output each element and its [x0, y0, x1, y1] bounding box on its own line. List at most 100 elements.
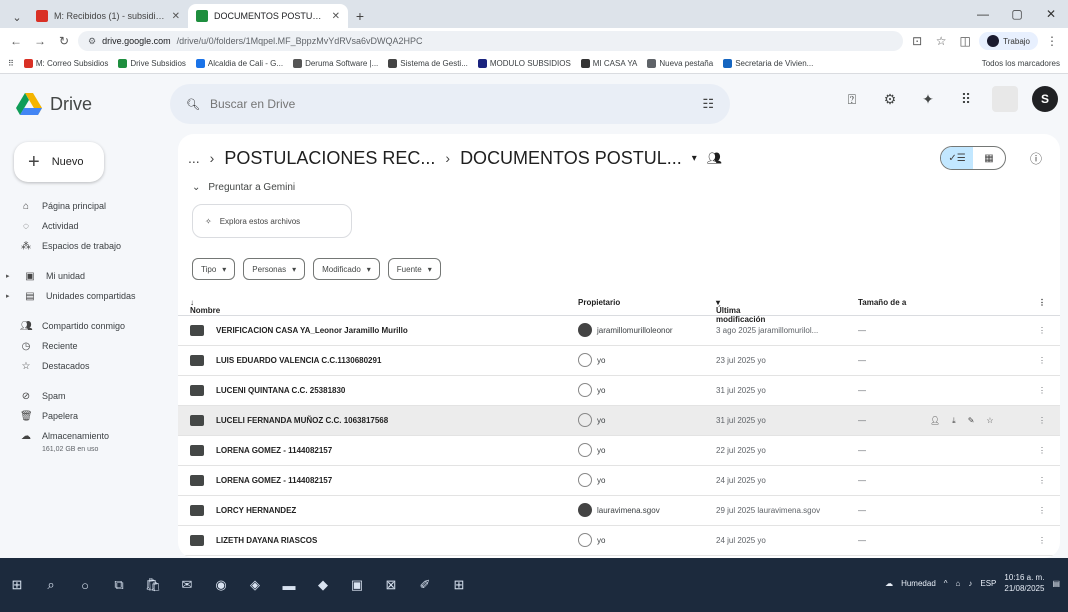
close-tab-icon[interactable]: ✕: [172, 11, 180, 22]
more-actions-icon[interactable]: ⋮: [1038, 386, 1046, 395]
tray-chevron-icon[interactable]: ^: [944, 579, 948, 588]
table-row[interactable]: LUCELI FERNANDA MUÑOZ C.C. 1063817568 yo 3…: [178, 406, 1060, 436]
more-actions-icon[interactable]: ⋮: [1038, 356, 1046, 365]
help-icon[interactable]: ⍰: [840, 87, 864, 111]
app-icon[interactable]: ◈: [246, 576, 264, 594]
bookmark-item[interactable]: MODULO SUBSIDIOS: [477, 59, 571, 68]
browser-tab-drive[interactable]: DOCUMENTOS POSTULACION ✕: [188, 4, 348, 28]
bookmark-item[interactable]: MI CASA YA: [580, 59, 637, 68]
rename-icon[interactable]: ✎: [968, 416, 975, 426]
table-row[interactable]: VERIFICACION CASA YA_Leonor Jaramillo Mu…: [178, 316, 1060, 346]
chevron-down-icon[interactable]: ▾: [692, 153, 697, 164]
new-button[interactable]: + Nuevo: [14, 142, 104, 182]
minimize-icon[interactable]: —: [966, 0, 1000, 28]
table-row[interactable]: LORENA GOMEZ - 1144082157 yo 24 jul 2025 y…: [178, 466, 1060, 496]
filter-chip[interactable]: Fuente ▾: [387, 258, 441, 280]
site-info-icon[interactable]: ⚙: [88, 36, 96, 47]
notifications-icon[interactable]: ▤: [1052, 579, 1060, 588]
apps-grid-icon[interactable]: ⠿: [8, 59, 14, 68]
grid-view-icon[interactable]: ▦: [973, 147, 1005, 169]
gemini-icon[interactable]: ✦: [916, 87, 940, 111]
folder-icon[interactable]: ▬: [280, 576, 298, 594]
bookmark-item[interactable]: Alcaldia de Cali - G...: [195, 59, 283, 68]
column-modified[interactable]: Última modificación ▾: [716, 298, 765, 324]
app-icon[interactable]: ▣: [348, 576, 366, 594]
google-apps-icon[interactable]: ⠿: [954, 87, 978, 111]
column-name[interactable]: Nombre ↓: [190, 298, 220, 315]
search-input[interactable]: [209, 97, 693, 111]
search-options-icon[interactable]: ☷: [702, 96, 714, 112]
sidebar-item-spam[interactable]: ⊘ Spam: [0, 386, 178, 406]
bookmark-item[interactable]: Secretaria de Vivien...: [723, 59, 813, 68]
sidebar-item-shared-with-me[interactable]: 👥︎ Compartido conmigo: [0, 316, 178, 336]
network-icon[interactable]: ⌂: [956, 579, 961, 588]
table-row[interactable]: LORENA GOMEZ - 1144082157 yo 22 jul 2025 y…: [178, 436, 1060, 466]
star-icon[interactable]: ☆: [986, 416, 993, 426]
task-view-icon[interactable]: ⧉: [110, 576, 128, 594]
sidebar-item-star[interactable]: ☆ Destacados: [0, 356, 178, 376]
sidebar-item-cloud[interactable]: ☁ Almacenamiento: [0, 426, 178, 446]
bookmark-item[interactable]: Drive Subsidios: [118, 59, 186, 68]
language-label[interactable]: ESP: [980, 579, 996, 588]
column-owner[interactable]: Propietario: [578, 298, 620, 307]
more-actions-icon[interactable]: ⋮: [1038, 506, 1046, 515]
table-row[interactable]: LUIS EDUARDO VALENCIA C.C.1130680291 yo 23…: [178, 346, 1060, 376]
url-field[interactable]: ⚙ drive.google.com/drive/u/0/folders/1Mq…: [78, 31, 904, 51]
download-icon[interactable]: ⤓: [952, 416, 956, 426]
list-view-icon[interactable]: ✓☰: [941, 147, 973, 169]
chrome-icon[interactable]: ◉: [212, 576, 230, 594]
cortana-icon[interactable]: ○: [76, 576, 94, 594]
settings-icon[interactable]: ⚙: [878, 87, 902, 111]
clock[interactable]: 10:16 a. m. 21/08/2025: [1004, 572, 1044, 594]
more-actions-icon[interactable]: ⋮: [1038, 326, 1046, 335]
search-icon[interactable]: 🔍︎: [186, 98, 200, 111]
app-icon[interactable]: ✐: [416, 576, 434, 594]
explore-files-chip[interactable]: ✧ Explora estos archivos: [192, 204, 352, 238]
close-window-icon[interactable]: ✕: [1034, 0, 1068, 28]
taskbar-search-icon[interactable]: ⌕: [42, 576, 60, 594]
sidebar-item-trash[interactable]: 🗑︎ Papelera: [0, 406, 178, 426]
table-row[interactable]: LORCY HERNANDEZ lauravimena.sgov 29 jul 20…: [178, 496, 1060, 526]
tab-search-icon[interactable]: ⌄: [6, 6, 28, 28]
store-icon[interactable]: 🛍︎: [144, 576, 162, 594]
sidebar-item-workspaces[interactable]: ⁂ Espacios de trabajo: [0, 236, 178, 256]
reload-icon[interactable]: ↻: [54, 31, 74, 51]
bookmark-item[interactable]: Sistema de Gesti...: [388, 59, 468, 68]
filter-chip[interactable]: Modificado ▾: [313, 258, 380, 280]
extensions-icon[interactable]: ◫: [955, 31, 975, 51]
gemini-prompt[interactable]: ⌄ Preguntar a Gemini: [192, 182, 295, 193]
all-bookmarks-link[interactable]: Todos los marcadores: [982, 59, 1060, 68]
expand-arrow-icon[interactable]: ▸: [6, 292, 14, 300]
profile-button[interactable]: Trabajo: [979, 32, 1038, 50]
bookmark-item[interactable]: M: Correo Subsidios: [23, 59, 108, 68]
expand-arrow-icon[interactable]: ▸: [6, 272, 14, 280]
weather-icon[interactable]: ☁: [885, 579, 893, 588]
column-options-icon[interactable]: ⋮: [1038, 298, 1046, 307]
filter-chip[interactable]: Personas ▾: [243, 258, 306, 280]
maximize-icon[interactable]: ▢: [1000, 0, 1034, 28]
share-icon[interactable]: 👤︎: [930, 416, 940, 426]
more-actions-icon[interactable]: ⋮: [1038, 446, 1046, 455]
forward-icon[interactable]: →: [30, 31, 50, 51]
search-bar[interactable]: 🔍︎ ☷: [170, 84, 730, 124]
volume-icon[interactable]: ♪: [968, 579, 972, 588]
column-size[interactable]: Tamaño de a: [858, 298, 906, 307]
close-tab-icon[interactable]: ✕: [332, 11, 340, 22]
breadcrumb-parent[interactable]: POSTULACIONES REC...: [224, 148, 435, 169]
back-icon[interactable]: ←: [6, 31, 26, 51]
browser-menu-icon[interactable]: ⋮: [1042, 31, 1062, 51]
sidebar-item-recent[interactable]: ◷ Reciente: [0, 336, 178, 356]
drive-logo[interactable]: Drive: [0, 93, 170, 115]
more-actions-icon[interactable]: ⋮: [1038, 416, 1046, 425]
weather-label[interactable]: Humedad: [901, 579, 936, 588]
browser-tab-gmail[interactable]: M: Recibidos (1) - subsidioscasa... ✕: [28, 4, 188, 28]
windows-start-icon[interactable]: ⊞: [8, 576, 26, 594]
info-icon[interactable]: ⓘ: [1030, 150, 1042, 167]
app-icon[interactable]: ◆: [314, 576, 332, 594]
filter-chip[interactable]: Tipo ▾: [192, 258, 236, 280]
bookmark-star-icon[interactable]: ☆: [931, 31, 951, 51]
sidebar-item-my-drive[interactable]: ▸ ▣ Mi unidad: [0, 266, 178, 286]
mail-icon[interactable]: ✉: [178, 576, 196, 594]
sidebar-item-shared-drives[interactable]: ▸ ▤ Unidades compartidas: [0, 286, 178, 306]
sidebar-item-activity[interactable]: ◌ Actividad: [0, 216, 178, 236]
